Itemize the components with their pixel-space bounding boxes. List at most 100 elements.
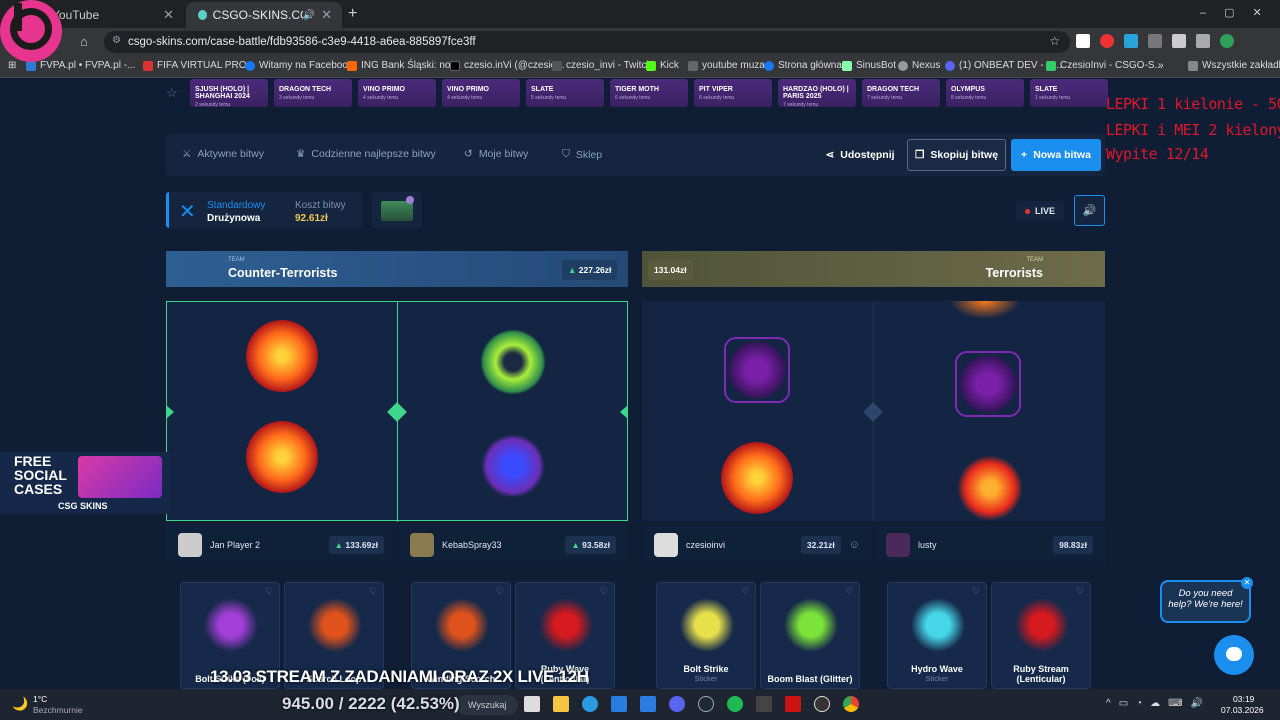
ticker-item[interactable]: VINO PRIMO 4 sekundy temu bbox=[442, 79, 520, 107]
ticker-item[interactable]: PIT VIPER 6 sekundy temu bbox=[694, 79, 772, 107]
discord-icon[interactable] bbox=[669, 696, 685, 712]
item-card[interactable]: ♡ Boom Blast (Glitter) bbox=[760, 582, 860, 689]
help-bubble[interactable]: Do you need help? We're here! ✕ bbox=[1160, 577, 1253, 623]
chrome-icon[interactable] bbox=[843, 696, 859, 712]
apps-icon[interactable]: ⊞ bbox=[8, 60, 16, 71]
heart-icon[interactable]: ♡ bbox=[600, 586, 608, 597]
bookmark[interactable]: czesio.inVi (@czesio... bbox=[450, 60, 565, 71]
team-label: TEAM bbox=[228, 257, 245, 263]
app-icon[interactable] bbox=[756, 696, 772, 712]
edge-icon[interactable] bbox=[582, 696, 598, 712]
nav-active-battles[interactable]: ⚔ Aktywne bitwy bbox=[182, 148, 264, 160]
fire-loop-sticker bbox=[955, 453, 1025, 523]
bookmark[interactable]: CzesioInvi - CSGO-S... bbox=[1046, 60, 1163, 71]
site-info-icon[interactable]: ⚙ bbox=[112, 35, 121, 46]
ticker-item[interactable]: VINO PRIMO 4 sekundy temu bbox=[358, 79, 436, 107]
ticker-item[interactable]: HARDZAO (HOLO) | PARIS 2025 7 sekundy tem… bbox=[778, 79, 856, 108]
more-bookmarks[interactable]: » bbox=[1158, 60, 1164, 71]
player-row[interactable]: KebabSpray33 ▲ 93.58zł bbox=[398, 525, 628, 565]
extension-icon[interactable] bbox=[1124, 34, 1138, 48]
window-controls[interactable]: –▢✕ bbox=[1200, 6, 1280, 19]
bookmark[interactable]: Kick bbox=[646, 60, 679, 71]
obs-icon[interactable] bbox=[814, 696, 830, 712]
store-icon[interactable] bbox=[611, 696, 627, 712]
item-card[interactable]: ♡ Bolt Strike Sticker bbox=[656, 582, 756, 689]
taskview-icon[interactable] bbox=[524, 696, 540, 712]
app-icon[interactable] bbox=[785, 696, 801, 712]
profile-avatar[interactable] bbox=[1220, 34, 1234, 48]
taskbar-search[interactable]: Wyszukaj bbox=[456, 695, 518, 715]
all-bookmarks[interactable]: Wszystkie zakładki bbox=[1188, 60, 1280, 71]
home-icon[interactable]: ⌂ bbox=[80, 34, 88, 49]
ticker-item[interactable]: SLATE 5 sekundy temu bbox=[526, 79, 604, 107]
case-thumbnail[interactable] bbox=[372, 192, 422, 228]
heart-icon[interactable]: ♡ bbox=[972, 586, 980, 597]
ticker-item[interactable]: OLYMPUS 8 sekundy temu bbox=[946, 79, 1024, 107]
sound-toggle-icon[interactable]: 🔊 bbox=[1074, 195, 1105, 226]
chat-icon[interactable] bbox=[1214, 635, 1254, 675]
audio-icon[interactable]: 🔊 bbox=[303, 10, 315, 21]
bookmark[interactable]: Nexus bbox=[898, 60, 940, 71]
extension-icon[interactable] bbox=[1100, 34, 1114, 48]
close-icon[interactable]: ✕ bbox=[321, 7, 332, 23]
copy-battle-button[interactable]: ❐ Skopiuj bitwę bbox=[907, 139, 1006, 171]
steam-icon[interactable] bbox=[698, 696, 714, 712]
ticker-item[interactable]: SJUSH (HOLO) | SHANGHAI 2024 2 sekundy te… bbox=[190, 79, 268, 108]
avatar bbox=[654, 533, 678, 557]
ticker-item[interactable]: TIGER MOTH 6 sekundy temu bbox=[610, 79, 688, 107]
emoji-icon[interactable]: ☺ bbox=[849, 539, 860, 551]
star-icon[interactable]: ☆ bbox=[1049, 34, 1060, 48]
nav-my-battles[interactable]: ↺ Moje bitwy bbox=[464, 148, 528, 160]
bookmark[interactable]: SinusBot bbox=[842, 60, 896, 71]
outlook-icon[interactable] bbox=[640, 696, 656, 712]
heart-icon[interactable]: ♡ bbox=[265, 586, 273, 597]
nav-daily-best[interactable]: ♛ Codzienne najlepsze bitwy bbox=[296, 148, 436, 160]
heart-icon[interactable]: ♡ bbox=[741, 586, 749, 597]
player-row[interactable]: czesioinvi 32.21zł ☺ bbox=[642, 525, 872, 565]
new-battle-button[interactable]: + Nowa bitwa bbox=[1011, 139, 1101, 171]
bookmark[interactable]: FVPA.pl • FVPA.pl -... bbox=[26, 60, 135, 71]
extension-icon[interactable] bbox=[1172, 34, 1186, 48]
item-card[interactable]: ♡ Ruby Stream (Lenticular) bbox=[991, 582, 1091, 689]
item-card[interactable]: ♡ Hydro Wave Sticker bbox=[887, 582, 987, 689]
item-name-block: Bolt Strike Sticker bbox=[657, 664, 755, 684]
share-button[interactable]: ⋖ Udostępnij bbox=[818, 139, 902, 171]
address-bar[interactable]: ⚙ csgo-skins.com/case-battle/fdb93586-c3… bbox=[104, 31, 1070, 53]
item-image bbox=[679, 597, 735, 653]
heart-icon[interactable]: ♡ bbox=[496, 586, 504, 597]
bookmark[interactable]: czesio_invi - Twitch bbox=[552, 60, 652, 71]
battle-mode: Standardowy bbox=[207, 200, 266, 211]
bookmark[interactable]: youtube muza bbox=[688, 60, 765, 71]
extension-icon[interactable] bbox=[1148, 34, 1162, 48]
heart-icon[interactable]: ♡ bbox=[845, 586, 853, 597]
tab-csgo-skins[interactable]: CSGO-SKINS.COM - Najlep 🔊 ✕ bbox=[186, 2, 342, 28]
nav-shop[interactable]: ⛉ Sklep bbox=[562, 148, 602, 161]
close-icon[interactable]: ✕ bbox=[163, 7, 174, 23]
page-content: ☆ SJUSH (HOLO) | SHANGHAI 2024 2 sekundy … bbox=[0, 79, 1280, 689]
taskbar-apps bbox=[524, 696, 859, 712]
new-tab-icon[interactable]: + bbox=[348, 5, 357, 23]
player-row[interactable]: Jan Player 2 ▲ 133.69zł bbox=[166, 525, 396, 565]
cost-label: Koszt bitwy bbox=[295, 200, 346, 211]
bookmarks-bar: ⊞ FVPA.pl • FVPA.pl -... FIFA VIRTUAL PR… bbox=[0, 56, 1280, 78]
player-row[interactable]: lusty 98.83zł bbox=[874, 525, 1105, 565]
ticker-item[interactable]: DRAGON TECH 3 sekundy temu bbox=[274, 79, 352, 107]
bookmark[interactable]: FIFA VIRTUAL PRO... bbox=[143, 60, 255, 71]
spotify-icon[interactable] bbox=[727, 696, 743, 712]
close-icon[interactable]: ✕ bbox=[1241, 577, 1253, 589]
bookmark[interactable]: ING Bank Śląski: no... bbox=[347, 60, 459, 71]
heart-icon[interactable]: ♡ bbox=[369, 586, 377, 597]
star-icon[interactable]: ☆ bbox=[166, 85, 178, 101]
sidebar-icon[interactable] bbox=[1196, 34, 1210, 48]
bookmark[interactable]: Strona główna bbox=[764, 60, 842, 71]
explorer-icon[interactable] bbox=[553, 696, 569, 712]
reel-arrow-icon bbox=[166, 405, 174, 419]
ticker-item[interactable]: DRAGON TECH 7 sekundy temu bbox=[862, 79, 940, 107]
system-tray[interactable]: ^▭◔☁⌨🔊 bbox=[1106, 698, 1211, 709]
promo-banner[interactable]: FREE SOCIAL CASES CSG SKINS bbox=[0, 452, 170, 514]
extension-icon[interactable] bbox=[1076, 34, 1090, 48]
ticker-item[interactable]: SLATE 1 sekundy temu bbox=[1030, 79, 1108, 107]
bookmark[interactable]: (1) ONBEAT DEV - D... bbox=[945, 60, 1062, 71]
heart-icon[interactable]: ♡ bbox=[1076, 586, 1084, 597]
bookmark[interactable]: Witamy na Faceboo... bbox=[245, 60, 356, 71]
